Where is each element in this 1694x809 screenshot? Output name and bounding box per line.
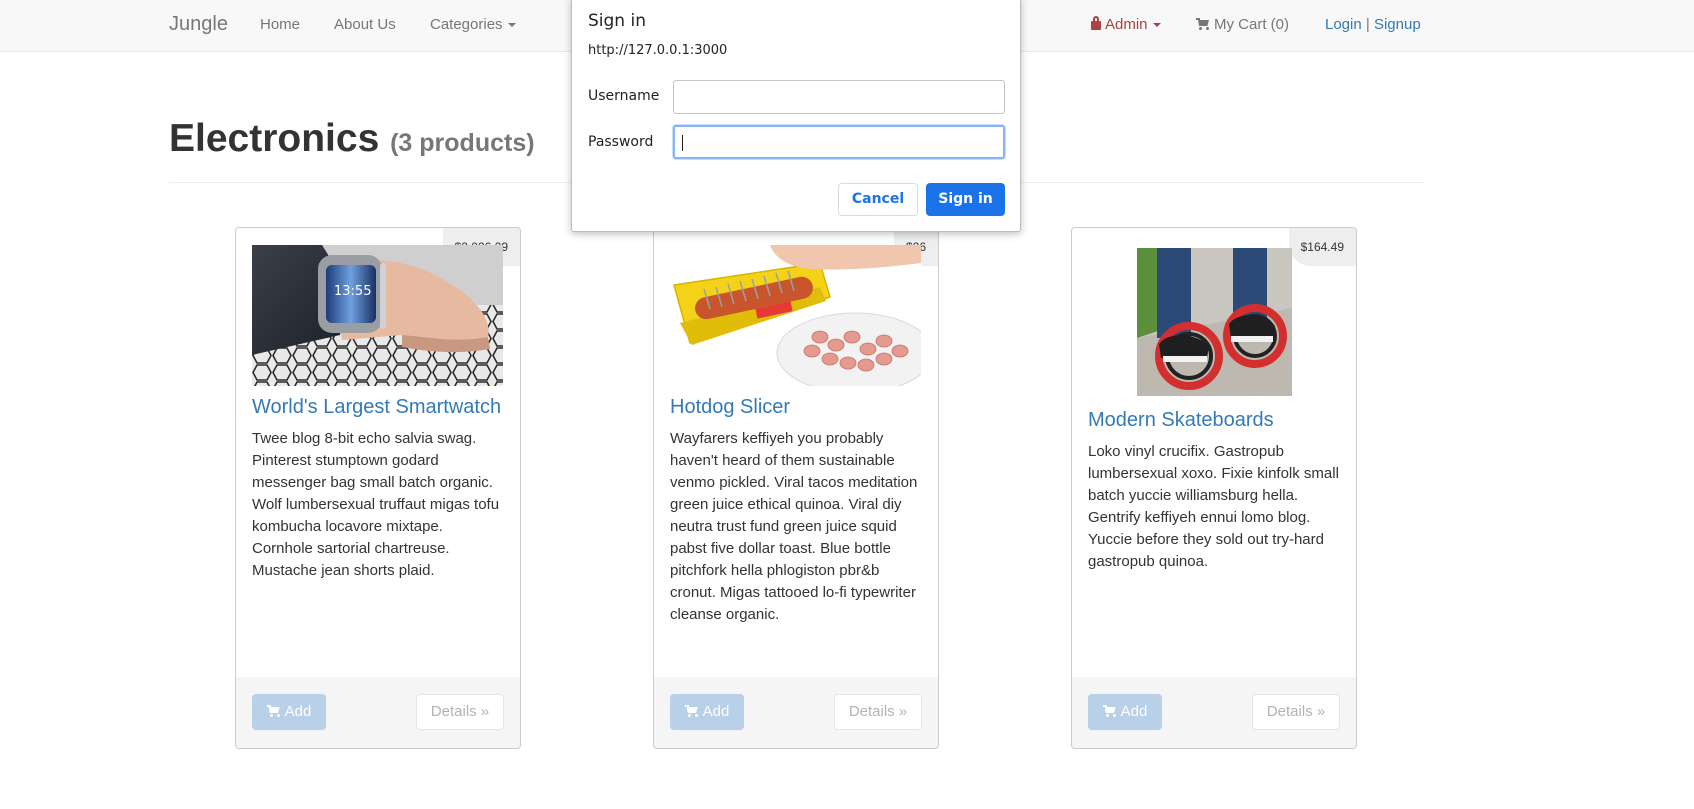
auth-separator: | [1365,16,1370,33]
product-card: $164.49 Modern Skateboards Loko vinyl cr… [1071,227,1357,749]
chevron-down-icon [1152,23,1161,28]
add-button-label: Add [702,703,730,720]
details-button[interactable]: Details » [416,694,504,730]
nav-categories-dropdown[interactable]: Categories [430,16,516,33]
product-description: Loko vinyl crucifix. Gastropub lumbersex… [1088,443,1339,570]
product-name-link[interactable]: World's Largest Smartwatch [252,396,501,419]
product-name-link[interactable]: Hotdog Slicer [670,396,790,419]
add-button-label: Add [284,703,312,720]
product-card: $26 Hotdog Slicer Wayfarers keffiyeh you [653,227,939,749]
card-footer: Add Details » [1072,677,1356,748]
product-description: Twee blog 8-bit echo salvia swag. Pinter… [252,430,500,579]
login-link[interactable]: Login [1325,16,1362,33]
cart-icon [1102,705,1117,717]
product-description: Wayfarers keffiyeh you probably haven't … [670,430,918,623]
details-button[interactable]: Details » [1252,694,1340,730]
signup-link[interactable]: Signup [1374,16,1421,33]
auth-links: Login | Signup [1325,16,1421,33]
cart-label: My Cart (0) [1214,16,1289,33]
page-title: Electronics (3 products) [169,117,535,161]
sign-in-button[interactable]: Sign in [926,183,1005,216]
nav-admin-dropdown[interactable]: Admin [1091,16,1161,33]
chevron-down-icon [507,23,516,28]
hotdog-slicer-photo-icon[interactable] [670,245,921,386]
svg-text:13:55: 13:55 [334,284,371,299]
nav-about-link[interactable]: About Us [334,16,396,33]
product-card: $2,026.29 13:55 [235,227,521,749]
sign-in-dialog: Sign in http://127.0.0.1:3000 Username P… [571,0,1021,232]
add-to-cart-button[interactable]: Add [252,694,326,730]
card-footer: Add Details » [654,677,938,748]
details-button[interactable]: Details » [834,694,922,730]
product-count: (3 products) [390,129,535,157]
cancel-button[interactable]: Cancel [838,183,918,216]
category-title: Electronics [169,117,380,160]
text-cursor [682,135,683,151]
add-to-cart-button[interactable]: Add [670,694,744,730]
add-to-cart-button[interactable]: Add [1088,694,1162,730]
admin-label: Admin [1105,16,1148,33]
dialog-url: http://127.0.0.1:3000 [588,43,728,58]
smartwatch-photo-icon[interactable]: 13:55 [252,245,503,386]
lock-icon [1091,16,1101,30]
cart-icon [1196,18,1210,30]
nav-home-link[interactable]: Home [260,16,300,33]
dialog-title: Sign in [588,11,646,31]
price-badge: $164.49 [1288,228,1356,266]
add-button-label: Add [1120,703,1148,720]
card-footer: Add Details » [236,677,520,748]
brand-link[interactable]: Jungle [169,13,228,36]
product-name-link[interactable]: Modern Skateboards [1088,409,1274,432]
password-label: Password [588,134,654,150]
username-label: Username [588,88,660,104]
cart-icon [684,705,699,717]
nav-cart-link[interactable]: My Cart (0) [1196,16,1289,33]
categories-label: Categories [430,16,503,33]
cart-icon [266,705,281,717]
username-field[interactable] [673,80,1005,114]
password-field[interactable] [673,125,1005,159]
skateboards-photo-icon[interactable] [1137,248,1292,396]
